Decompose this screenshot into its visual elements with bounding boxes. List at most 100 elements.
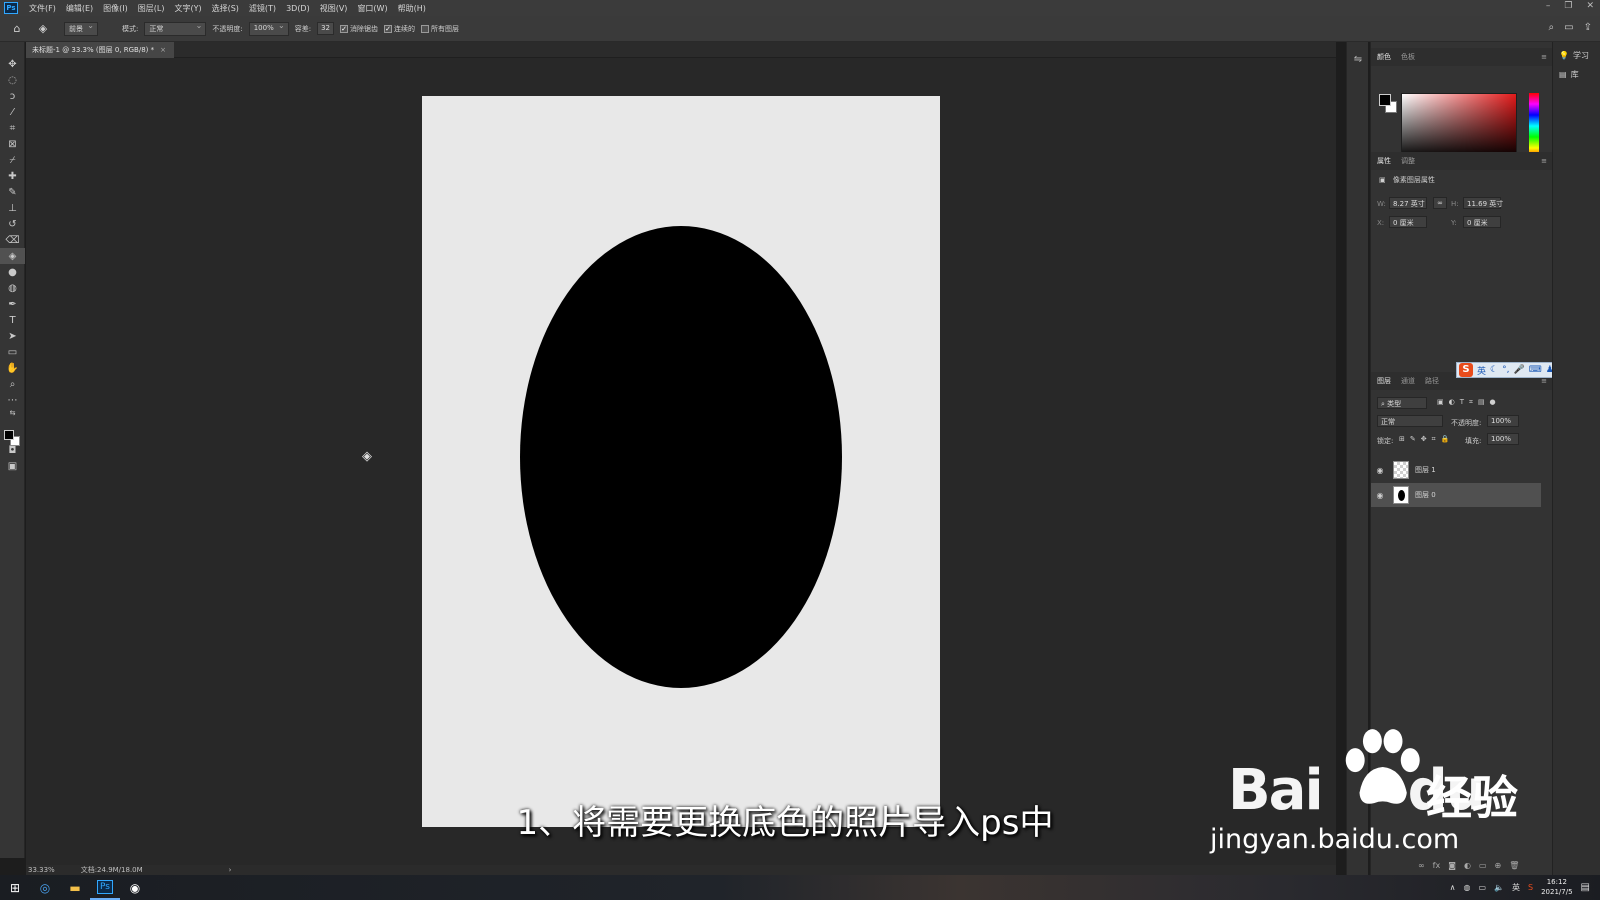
- menu-type[interactable]: 文字(Y): [169, 3, 206, 14]
- path-selection-tool-icon[interactable]: ➤: [0, 328, 25, 344]
- y-input[interactable]: 0 厘米: [1463, 216, 1501, 228]
- photoshop-taskbar-icon[interactable]: Ps: [90, 875, 120, 900]
- tab-channels[interactable]: 通道: [1401, 376, 1415, 386]
- mode-select[interactable]: 正常: [144, 21, 207, 36]
- type-tool-icon[interactable]: T: [0, 312, 25, 328]
- menu-layer[interactable]: 图层(L): [133, 3, 170, 14]
- swap-colors-icon[interactable]: ⇆: [0, 408, 25, 418]
- menu-filter[interactable]: 滤镜(T): [244, 3, 281, 14]
- ime-language[interactable]: 英: [1477, 364, 1486, 377]
- windows-start-icon[interactable]: ⊞: [0, 875, 30, 900]
- document-tab[interactable]: 未标题-1 @ 33.3% (图层 0, RGB/8) * ×: [26, 42, 174, 58]
- all-layers-checkbox[interactable]: 所有图层: [421, 24, 459, 34]
- x-input[interactable]: 0 厘米: [1389, 216, 1427, 228]
- tab-paths[interactable]: 路径: [1425, 376, 1439, 386]
- pen-tool-icon[interactable]: ✒: [0, 296, 25, 312]
- tray-expand-icon[interactable]: ∧: [1450, 883, 1456, 892]
- crop-tool-icon[interactable]: ⌗: [0, 120, 25, 136]
- foreground-color-swatch[interactable]: [4, 430, 14, 440]
- black-ellipse-shape[interactable]: [520, 226, 842, 688]
- tray-app-icon[interactable]: ◍: [1464, 883, 1471, 892]
- menu-view[interactable]: 视图(V): [315, 3, 353, 14]
- new-group-icon[interactable]: ▭: [1479, 861, 1487, 870]
- volume-icon[interactable]: 🔈: [1494, 883, 1504, 892]
- fill-input[interactable]: 100%: [1487, 433, 1519, 445]
- moon-icon[interactable]: ☾: [1490, 365, 1498, 375]
- obs-icon[interactable]: ◉: [120, 875, 150, 900]
- tab-layers[interactable]: 图层: [1377, 376, 1391, 386]
- panel-menu-icon[interactable]: ≡: [1541, 53, 1547, 61]
- menu-edit[interactable]: 编辑(E): [61, 3, 98, 14]
- marquee-tool-icon[interactable]: ◌: [0, 72, 25, 88]
- fx-icon[interactable]: fx: [1433, 861, 1441, 870]
- hue-slider[interactable]: [1529, 93, 1539, 159]
- library-panel-button[interactable]: ▤ 库: [1553, 61, 1600, 80]
- move-tool-icon[interactable]: ✥: [0, 56, 25, 72]
- add-mask-icon[interactable]: ◙: [1448, 861, 1456, 870]
- more-tools-icon[interactable]: ⋯: [0, 392, 25, 408]
- menu-help[interactable]: 帮助(H): [393, 3, 431, 14]
- sogou-tray-icon[interactable]: S: [1528, 883, 1533, 892]
- color-panel-foreground-swatch[interactable]: [1379, 94, 1391, 106]
- color-picker-field[interactable]: [1401, 93, 1517, 159]
- lock-icons[interactable]: ⊞✎✥⌗🔒: [1399, 435, 1454, 444]
- dodge-tool-icon[interactable]: ◍: [0, 280, 25, 296]
- eraser-tool-icon[interactable]: ⌫: [0, 232, 25, 248]
- adjustment-layer-icon[interactable]: ◐: [1464, 861, 1471, 870]
- tab-color[interactable]: 颜色: [1377, 52, 1391, 62]
- visibility-eye-icon[interactable]: ◉: [1371, 466, 1389, 475]
- minimize-button[interactable]: –: [1546, 1, 1551, 11]
- hand-tool-icon[interactable]: ✋: [0, 360, 25, 376]
- menu-image[interactable]: 图像(I): [98, 3, 133, 14]
- width-input[interactable]: 8.27 英寸: [1389, 197, 1427, 209]
- height-input[interactable]: 11.69 英寸: [1463, 197, 1503, 209]
- lasso-tool-icon[interactable]: ↄ: [0, 88, 25, 104]
- layer-row[interactable]: ◉ 图层 0: [1371, 483, 1541, 507]
- frame-tool-icon[interactable]: ⊠: [0, 136, 25, 152]
- browser-icon[interactable]: ◎: [30, 875, 60, 900]
- trash-icon[interactable]: 🗑: [1509, 861, 1519, 870]
- link-icon[interactable]: ∞: [1433, 197, 1447, 209]
- layer-opacity-input[interactable]: 100%: [1487, 415, 1519, 427]
- antialias-checkbox[interactable]: ✓ 消除锯齿: [340, 24, 378, 34]
- menu-select[interactable]: 选择(S): [207, 3, 244, 14]
- screen-mode-icon[interactable]: ▣: [0, 458, 25, 474]
- panel-menu-icon[interactable]: ≡: [1541, 157, 1547, 165]
- clone-stamp-tool-icon[interactable]: ⊥: [0, 200, 25, 216]
- rectangle-tool-icon[interactable]: ▭: [0, 344, 25, 360]
- paint-bucket-tool-icon[interactable]: ◈: [0, 248, 25, 264]
- visibility-eye-icon[interactable]: ◉: [1371, 491, 1389, 500]
- tab-adjustments[interactable]: 调整: [1401, 156, 1415, 166]
- photoshop-logo-icon[interactable]: Ps: [4, 2, 18, 14]
- new-layer-icon[interactable]: ⊕: [1495, 861, 1502, 870]
- punctuation-icon[interactable]: °,: [1502, 365, 1509, 375]
- history-panel-icon[interactable]: ⇋: [1347, 54, 1369, 74]
- learn-panel-button[interactable]: 💡 学习: [1553, 42, 1600, 61]
- tolerance-input[interactable]: 32: [317, 22, 335, 35]
- file-explorer-icon[interactable]: ▬: [60, 875, 90, 900]
- microphone-icon[interactable]: 🎤: [1513, 365, 1524, 375]
- taskbar-clock[interactable]: 16:12 2021/7/5: [1541, 877, 1572, 897]
- layer-filter-icons[interactable]: ▣◐T⌗▤●: [1437, 398, 1501, 407]
- menu-window[interactable]: 窗口(W): [352, 3, 392, 14]
- close-button[interactable]: ✕: [1586, 1, 1594, 11]
- contiguous-checkbox[interactable]: ✓ 连续的: [384, 24, 415, 34]
- blend-mode-select[interactable]: 正常: [1377, 415, 1443, 427]
- workspace-icon[interactable]: ▭: [1564, 22, 1573, 33]
- opacity-select[interactable]: 100%: [248, 21, 289, 36]
- menu-3d[interactable]: 3D(D): [281, 4, 315, 13]
- ime-tray-icon[interactable]: 英: [1512, 882, 1520, 893]
- layer-row[interactable]: ◉ 图层 1: [1371, 458, 1541, 482]
- document-canvas[interactable]: [422, 96, 940, 827]
- keyboard-icon[interactable]: ⌨: [1529, 365, 1542, 375]
- share-icon[interactable]: ⇪: [1584, 22, 1592, 33]
- link-layers-icon[interactable]: ∞: [1418, 861, 1425, 870]
- layer-filter-select[interactable]: ⌕ 类型: [1377, 397, 1427, 409]
- tab-properties[interactable]: 属性: [1377, 156, 1391, 166]
- history-brush-tool-icon[interactable]: ↺: [0, 216, 25, 232]
- panel-menu-icon[interactable]: ≡: [1541, 377, 1547, 385]
- notification-icon[interactable]: ▤: [1581, 882, 1590, 893]
- close-tab-icon[interactable]: ×: [160, 46, 166, 54]
- menu-file[interactable]: 文件(F): [24, 3, 61, 14]
- home-icon[interactable]: ⌂: [10, 22, 24, 36]
